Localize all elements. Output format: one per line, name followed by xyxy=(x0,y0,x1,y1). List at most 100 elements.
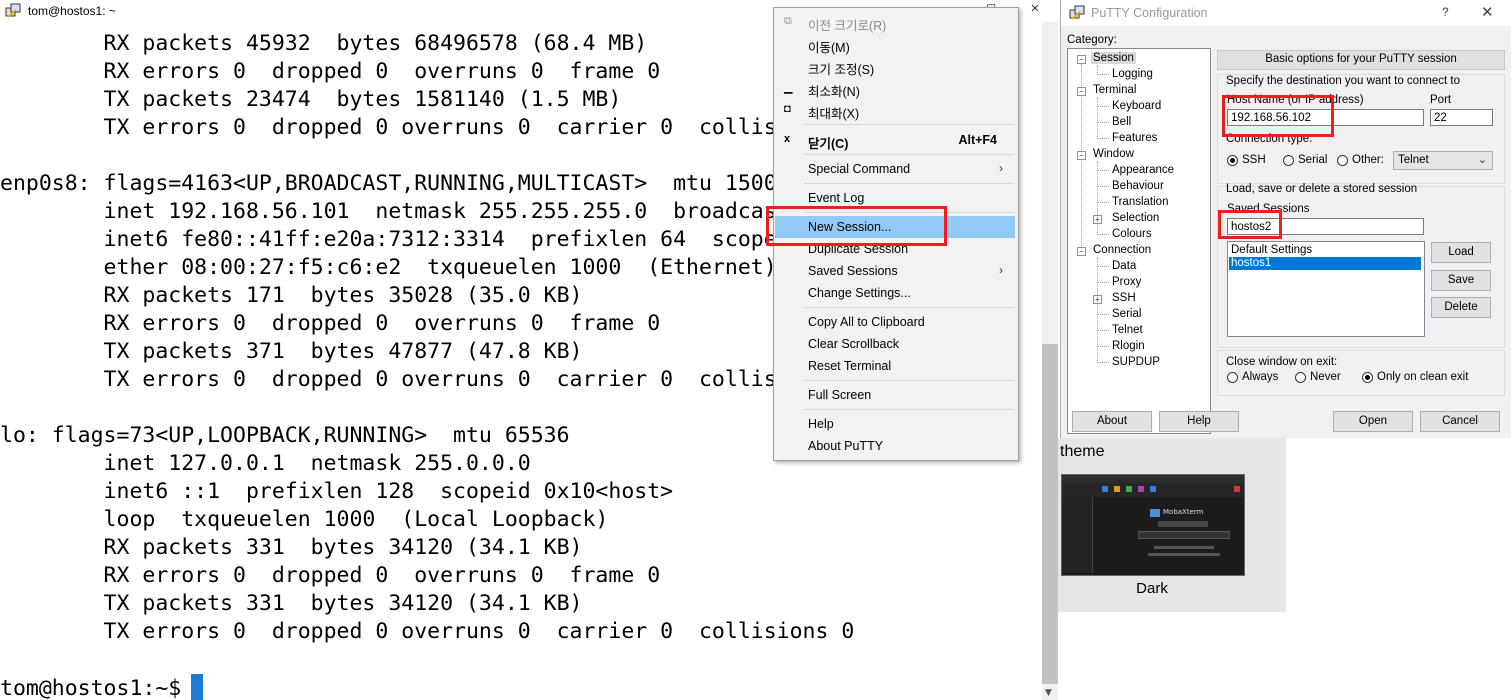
terminal-title: tom@hostos1: ~ xyxy=(28,4,116,18)
menu-item-duplicate-session[interactable]: Duplicate Session xyxy=(775,238,1015,260)
menu-item-close[interactable]: x 닫기(C) Alt+F4 xyxy=(775,129,1015,151)
protocol-select[interactable]: Telnet ⌄ xyxy=(1393,151,1493,170)
tree-item-session[interactable]: Session xyxy=(1091,52,1136,64)
expand-icon[interactable]: + xyxy=(1093,215,1102,224)
tree-item-rlogin[interactable]: Rlogin xyxy=(1112,340,1145,352)
tree-item-window[interactable]: Window xyxy=(1093,148,1134,160)
thumb-sidebar xyxy=(1062,497,1093,573)
tree-item-bell[interactable]: Bell xyxy=(1112,116,1131,128)
saved-session-name-input[interactable]: hostos2 xyxy=(1227,218,1424,235)
menu-item-move[interactable]: 이동(M) xyxy=(775,33,1015,55)
tree-item-proxy[interactable]: Proxy xyxy=(1112,276,1141,288)
cancel-button[interactable]: Cancel xyxy=(1420,411,1500,432)
terminal-context-menu: ⧉ 이전 크기로(R) 이동(M) 크기 조정(S) ▁ 최소화(N) ◘ 최대… xyxy=(773,7,1019,461)
radio-always[interactable] xyxy=(1227,372,1238,383)
collapse-icon[interactable]: − xyxy=(1077,55,1086,64)
menu-item-copy-all[interactable]: Copy All to Clipboard xyxy=(775,311,1015,333)
putty-title: PuTTY Configuration xyxy=(1091,6,1208,20)
menu-separator xyxy=(804,380,1014,381)
terminal-scrollbar[interactable]: ▼ xyxy=(1042,22,1058,700)
category-tree[interactable]: − Session Logging − Terminal Keyboard Be… xyxy=(1067,48,1211,434)
maximize-icon: ◘ xyxy=(784,103,791,115)
submenu-arrow-icon: › xyxy=(999,161,1003,175)
tree-item-serial[interactable]: Serial xyxy=(1112,308,1141,320)
radio-never[interactable] xyxy=(1295,372,1306,383)
close-icon[interactable]: ✕ xyxy=(1481,3,1494,21)
menu-item-change-settings[interactable]: Change Settings... xyxy=(775,282,1015,304)
collapse-icon[interactable]: − xyxy=(1077,247,1086,256)
thumb-titlebar xyxy=(1062,475,1244,483)
menu-separator xyxy=(804,307,1014,308)
load-button[interactable]: Load xyxy=(1431,242,1491,263)
save-button[interactable]: Save xyxy=(1431,270,1491,291)
radio-other[interactable] xyxy=(1337,155,1348,166)
menu-separator xyxy=(804,212,1014,213)
putty-app-icon xyxy=(1069,5,1085,20)
radio-serial[interactable] xyxy=(1283,155,1294,166)
tree-item-selection[interactable]: Selection xyxy=(1112,212,1159,224)
close-icon[interactable]: ✕ xyxy=(1027,2,1043,18)
list-item[interactable]: hostos1 xyxy=(1229,257,1421,270)
load-save-label: Load, save or delete a stored session xyxy=(1226,183,1418,195)
menu-item-help[interactable]: Help xyxy=(775,413,1015,435)
port-input[interactable]: 22 xyxy=(1430,109,1493,126)
menu-item-minimize[interactable]: ▁ 최소화(N) xyxy=(775,77,1015,99)
saved-sessions-list[interactable]: Default Settings hostos1 xyxy=(1227,241,1425,337)
radio-ssh[interactable] xyxy=(1227,155,1238,166)
tree-item-translation[interactable]: Translation xyxy=(1112,196,1168,208)
tree-item-connection[interactable]: Connection xyxy=(1093,244,1151,256)
menu-item-special-command[interactable]: Special Command › xyxy=(775,158,1015,180)
connection-type-label: Connection type: xyxy=(1226,133,1313,145)
theme-thumbnail-dark[interactable]: MobaXterm xyxy=(1061,474,1245,576)
radio-serial-label: Serial xyxy=(1298,154,1328,166)
menu-item-restore[interactable]: ⧉ 이전 크기로(R) xyxy=(775,11,1015,33)
scrollbar-thumb[interactable] xyxy=(1042,344,1058,684)
prompt-text: tom@hostos1:~$ xyxy=(0,676,182,700)
terminal-line: loop txqueuelen 1000 (Local Loopback) xyxy=(0,507,609,532)
tree-item-terminal[interactable]: Terminal xyxy=(1093,84,1136,96)
category-label: Category: xyxy=(1067,34,1117,46)
close-icon: x xyxy=(784,133,791,145)
expand-icon[interactable]: + xyxy=(1093,295,1102,304)
menu-item-maximize[interactable]: ◘ 최대화(X) xyxy=(775,99,1015,121)
menu-item-reset-terminal[interactable]: Reset Terminal xyxy=(775,355,1015,377)
host-name-input[interactable]: 192.168.56.102 xyxy=(1227,109,1424,126)
menu-item-saved-sessions[interactable]: Saved Sessions › xyxy=(775,260,1015,282)
radio-other-label: Other: xyxy=(1352,154,1384,166)
menu-separator xyxy=(804,409,1014,410)
collapse-icon[interactable]: − xyxy=(1077,151,1086,160)
menu-item-clear-scrollback[interactable]: Clear Scrollback xyxy=(775,333,1015,355)
radio-only-clean-exit[interactable] xyxy=(1362,372,1373,383)
tree-item-ssh[interactable]: SSH xyxy=(1112,292,1136,304)
scroll-down-icon[interactable]: ▼ xyxy=(1045,688,1052,698)
tree-item-features[interactable]: Features xyxy=(1112,132,1157,144)
terminal-cursor xyxy=(191,674,204,700)
saved-sessions-label: Saved Sessions xyxy=(1227,203,1310,215)
tree-item-data[interactable]: Data xyxy=(1112,260,1136,272)
radio-only-clean-exit-label: Only on clean exit xyxy=(1377,371,1469,383)
host-name-label: Host Name (or IP address) xyxy=(1227,94,1364,106)
list-item[interactable]: Default Settings xyxy=(1229,244,1421,257)
tree-item-telnet[interactable]: Telnet xyxy=(1112,324,1143,336)
delete-button[interactable]: Delete xyxy=(1431,297,1491,318)
collapse-icon[interactable]: − xyxy=(1077,87,1086,96)
tree-item-logging[interactable]: Logging xyxy=(1112,68,1153,80)
tree-item-colours[interactable]: Colours xyxy=(1112,228,1152,240)
destination-label: Specify the destination you want to conn… xyxy=(1226,75,1460,87)
menu-item-new-session[interactable]: New Session... xyxy=(775,216,1015,238)
help-button[interactable]: Help xyxy=(1159,411,1239,432)
tree-item-behaviour[interactable]: Behaviour xyxy=(1112,180,1164,192)
menu-item-size[interactable]: 크기 조정(S) xyxy=(775,55,1015,77)
tree-item-keyboard[interactable]: Keyboard xyxy=(1112,100,1161,112)
panel-header: Basic options for your PuTTY session xyxy=(1217,50,1505,70)
menu-separator xyxy=(804,124,1014,125)
menu-item-event-log[interactable]: Event Log xyxy=(775,187,1015,209)
menu-item-full-screen[interactable]: Full Screen xyxy=(775,384,1015,406)
tree-item-appearance[interactable]: Appearance xyxy=(1112,164,1174,176)
help-icon[interactable]: ? xyxy=(1442,5,1449,19)
menu-item-about[interactable]: About PuTTY xyxy=(775,435,1015,457)
tree-item-supdup[interactable]: SUPDUP xyxy=(1112,356,1160,368)
open-button[interactable]: Open xyxy=(1333,411,1413,432)
about-button[interactable]: About xyxy=(1072,411,1152,432)
